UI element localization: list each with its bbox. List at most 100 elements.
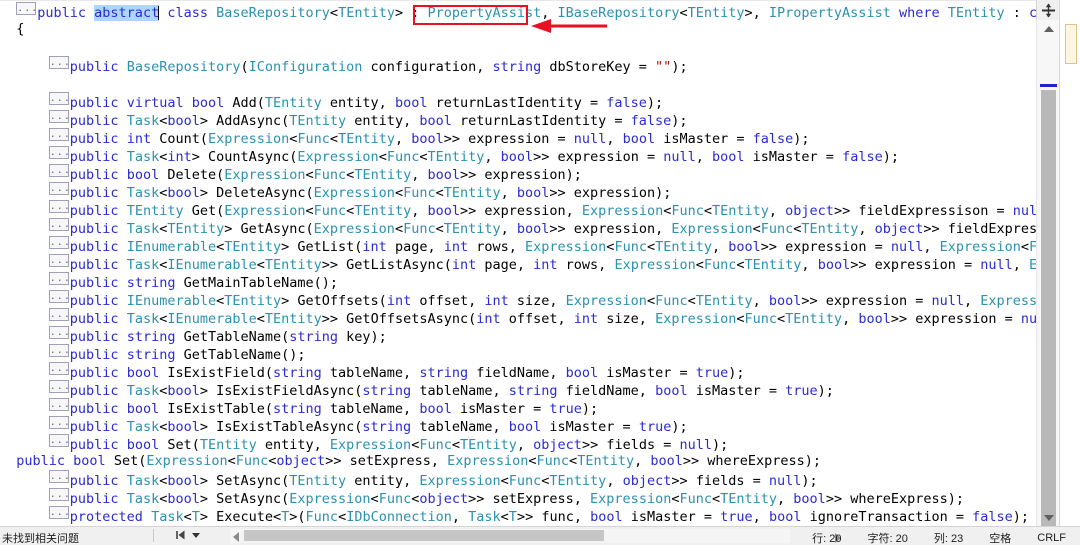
code-token: false <box>972 509 1013 525</box>
code-line[interactable]: ...public bool IsExistTable(string table… <box>0 398 1037 417</box>
code-token: < <box>736 257 745 273</box>
horizontal-scrollbar[interactable] <box>230 529 790 543</box>
editor-text-surface[interactable]: ...public abstract class BaseRepository<… <box>0 0 1037 527</box>
outlining-collapse-box[interactable]: ... <box>48 254 69 267</box>
code-token: public <box>69 131 127 147</box>
code-line[interactable]: ...public string GetTableName(string key… <box>0 326 1037 345</box>
code-token: Func <box>313 203 347 219</box>
code-line[interactable]: ...public IEnumerable<TEntity> GetList(i… <box>0 236 1037 255</box>
outlining-collapse-box[interactable]: ... <box>48 344 69 357</box>
code-token: BaseRepository <box>216 5 330 21</box>
outlining-collapse-box[interactable]: ... <box>48 236 69 249</box>
status-indentation[interactable]: 空格 <box>989 530 1011 545</box>
code-line[interactable]: ...public string GetMainTableName(); <box>0 272 1037 291</box>
code-line[interactable]: ...public Task<IEnumerable<TEntity>> Get… <box>0 254 1037 273</box>
scroll-up-button[interactable] <box>1037 20 1060 38</box>
code-token: bool <box>167 383 200 399</box>
outlining-collapse-box[interactable]: ... <box>48 272 69 285</box>
outlining-collapse-box[interactable]: ... <box>48 434 69 447</box>
outlining-collapse-box[interactable]: ... <box>48 362 69 375</box>
code-token: , <box>394 131 412 147</box>
code-line[interactable]: ...public Task<bool> IsExistTableAsync(s… <box>0 416 1037 435</box>
code-token: string <box>126 275 176 291</box>
code-token: int <box>386 293 412 309</box>
status-line-endings[interactable]: CRLF <box>1037 532 1066 544</box>
horizontal-scrollbar-thumb[interactable] <box>244 530 604 541</box>
code-line[interactable]: ...public Task<bool> SetAsync(TEntity en… <box>0 470 1037 489</box>
code-line[interactable]: ...public bool IsExistField(string table… <box>0 362 1037 381</box>
outlining-collapse-box[interactable]: ... <box>48 128 69 141</box>
code-line[interactable]: ...public Task<bool> AddAsync(TEntity en… <box>0 110 1037 129</box>
code-line[interactable]: public bool Set(Expression<Func<object>>… <box>0 452 1037 470</box>
code-token: > IsExistTableAsync( <box>199 419 363 435</box>
code-token: ); <box>801 473 818 489</box>
code-token: Expression <box>297 149 379 165</box>
scroll-down-button[interactable] <box>1037 509 1060 527</box>
code-line[interactable] <box>0 38 1037 56</box>
outlining-collapse-box[interactable]: ... <box>48 380 69 393</box>
code-token: bool <box>126 365 160 381</box>
outlining-collapse-box[interactable]: ... <box>48 218 69 231</box>
outlining-collapse-box[interactable]: ... <box>48 182 69 195</box>
code-line[interactable]: ...public Task < int> CountAsync(Expressio… <box>0 146 1037 165</box>
outlining-collapse-box[interactable]: ... <box>48 146 69 159</box>
code-token: < <box>500 473 509 489</box>
outlining-collapse-box[interactable]: ... <box>48 488 69 501</box>
code-line[interactable]: ...public int Count(Expression<Func<TEnt… <box>0 128 1037 147</box>
outlining-collapse-box[interactable]: ... <box>48 56 69 69</box>
code-token: < <box>435 185 444 201</box>
code-token: > SetAsync( <box>199 473 290 489</box>
outlining-collapse-box[interactable]: ... <box>48 110 69 123</box>
outlining-collapse-box[interactable]: ... <box>48 92 69 105</box>
vertical-scrollbar[interactable] <box>1036 20 1060 540</box>
code-line[interactable]: ...public Task<bool> SetAsync(Expression… <box>0 488 1037 507</box>
outlining-collapse-box[interactable]: ... <box>48 398 69 411</box>
outlining-collapse-box[interactable]: ... <box>48 416 69 429</box>
code-token: true <box>638 419 672 435</box>
status-line-metric: 行: 20 <box>812 533 842 545</box>
outlining-collapse-box[interactable]: ... <box>48 290 69 303</box>
code-token: TEntity <box>720 491 778 507</box>
code-token: class <box>167 5 217 21</box>
outlining-collapse-box[interactable]: ... <box>48 308 69 321</box>
code-line[interactable]: ...public virtual bool Add(TEntity entit… <box>0 92 1037 111</box>
code-line[interactable]: ...public bool Delete(Expression<Func<TE… <box>0 164 1037 183</box>
code-line[interactable]: ...public bool Set(TEntity entity, Expre… <box>0 434 1037 453</box>
adjacent-panel-strip <box>1059 0 1080 527</box>
code-content[interactable]: ...public abstract class BaseRepository<… <box>0 2 1037 527</box>
outlining-collapse-box[interactable]: ... <box>48 506 69 519</box>
outlining-collapse-box[interactable]: ... <box>16 2 37 15</box>
hscroll-left-button[interactable] <box>230 531 242 543</box>
code-line[interactable]: ...public string GetTableName(); <box>0 344 1037 363</box>
outlining-collapse-box[interactable]: ... <box>48 326 69 339</box>
chevron-down-icon[interactable] <box>192 532 200 538</box>
code-line[interactable] <box>0 74 1037 92</box>
outlining-collapse-box[interactable]: ... <box>48 200 69 213</box>
code-line[interactable]: ...public Task<IEnumerable<TEntity>> Get… <box>0 308 1037 327</box>
code-line[interactable]: ...public TEntity Get(Expression<Func<TE… <box>0 200 1037 219</box>
outlining-collapse-box[interactable]: ... <box>48 164 69 177</box>
vertical-scrollbar-thumb[interactable] <box>1041 90 1056 540</box>
code-token: public <box>69 365 127 381</box>
code-line[interactable]: { <box>0 20 1037 38</box>
code-line[interactable]: ...public IEnumerable<TEntity> GetOffset… <box>0 290 1037 309</box>
code-token: true <box>720 509 753 525</box>
code-token: int <box>573 311 599 327</box>
split-view-button[interactable] <box>1036 0 1060 21</box>
outlining-collapse-box[interactable]: ... <box>48 470 69 483</box>
code-token: < <box>329 131 339 147</box>
code-line[interactable]: ...public Task<bool> DeleteAsync(Express… <box>0 182 1037 201</box>
code-line[interactable]: ...public Task<TEntity> GetAsync(Express… <box>0 218 1037 237</box>
code-line[interactable]: ...public BaseRepository(IConfiguration … <box>0 56 1037 75</box>
code-line[interactable]: ...protected Task<T> Execute<T>(Func<IDb… <box>0 506 1037 525</box>
code-line[interactable]: ...public Task<bool> IsExistFieldAsync(s… <box>0 380 1037 399</box>
navigate-backward-control[interactable] <box>175 529 200 541</box>
code-line[interactable]: ...public abstract class BaseRepository<… <box>0 2 1037 21</box>
code-token: true <box>549 401 582 417</box>
